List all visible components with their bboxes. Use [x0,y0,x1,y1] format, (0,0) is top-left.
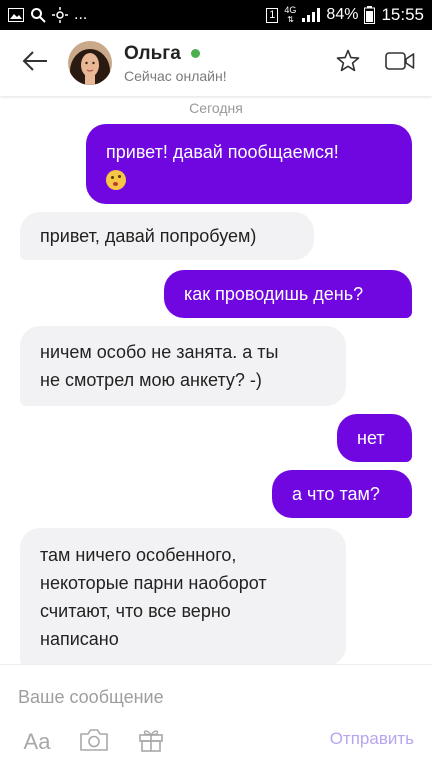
status-bar-left: ... [8,6,87,24]
date-separator: Сегодня [189,100,243,116]
video-call-button[interactable] [374,30,426,96]
message-text-line: некоторые парни наоборот [40,573,267,593]
chat-header: Ольга Сейчас онлайн! [0,30,432,96]
message-outgoing[interactable]: как проводишь день? [164,270,412,318]
gift-button[interactable] [137,725,165,759]
send-button[interactable]: Отправить [330,729,414,749]
network-type-label: 4G [284,5,297,15]
message-text: как проводишь день? [184,284,364,304]
message-incoming[interactable]: там ничего особенного, некоторые парни н… [20,528,346,664]
avatar[interactable] [68,41,112,85]
contact-name-row: Ольга [124,43,322,65]
status-bar: ... 1 4G ⇅ 84% 15:55 [0,0,432,30]
message-text: привет! давай пообщаемся! [106,142,339,162]
message-text-line: написано [40,629,119,649]
font-button[interactable]: Aa [22,725,52,759]
image-icon [8,8,24,22]
camera-button[interactable] [78,725,110,759]
signal-icon [302,8,321,22]
message-incoming[interactable]: ничем особо не занята. а ты не смотрел м… [20,326,346,406]
contact-info[interactable]: Ольга Сейчас онлайн! [124,43,322,84]
search-icon [30,7,46,23]
contact-status: Сейчас онлайн! [124,67,227,84]
message-text: привет, давай попробуем) [40,226,257,246]
clock: 15:55 [381,5,424,24]
arrow-left-icon [22,50,48,76]
message-outgoing[interactable]: привет! давай пообщаемся! [86,124,412,204]
message-outgoing[interactable]: нет [337,414,412,462]
settings-icon [52,7,68,23]
message-list[interactable]: Сегодня привет! давай пообщаемся! привет… [0,96,432,664]
composer: Aa Отправить [0,664,432,768]
message-text-line: не смотрел мою анкету? -) [40,370,262,390]
message-text-line: ничем особо не занята. а ты [40,342,279,362]
gift-icon [138,727,164,758]
battery-icon [364,6,376,24]
message-text: нет [357,428,385,448]
more-icon: ... [74,6,88,23]
message-text: а что там? [292,484,380,504]
message-incoming[interactable]: привет, давай попробуем) [20,212,314,260]
network-type: 4G ⇅ [284,5,297,25]
contact-name: Ольга [124,42,181,64]
battery-percent: 84% [326,6,359,23]
message-input[interactable] [18,683,414,711]
message-text-line: там ничего особенного, [40,545,237,565]
camera-icon [79,728,109,757]
status-bar-right: 1 4G ⇅ 84% 15:55 [266,5,424,25]
favorite-button[interactable] [322,30,374,96]
online-indicator [190,49,200,58]
message-text-line: считают, что все верно [40,601,231,621]
message-outgoing[interactable]: а что там? [272,470,412,518]
winking-kiss-emoji-icon [106,170,126,190]
sim-indicator: 1 [266,7,279,23]
star-icon [336,49,360,77]
font-label: Aa [23,729,51,754]
video-camera-icon [385,51,415,76]
back-button[interactable] [0,30,70,96]
